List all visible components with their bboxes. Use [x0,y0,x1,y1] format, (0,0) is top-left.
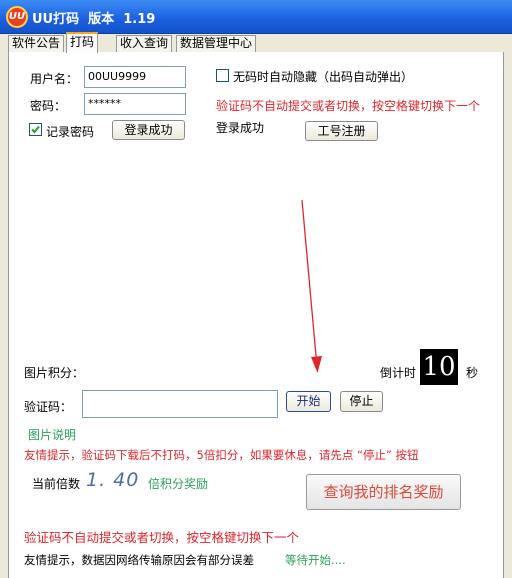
username-label: 用户名： [30,72,79,86]
stop-button[interactable]: 停止 [340,391,383,412]
start-button[interactable]: 开始 [286,391,331,412]
captcha-code-label: 验证码： [24,400,73,414]
window-frame-left [0,52,8,578]
remember-password-checkbox[interactable] [29,123,42,136]
tab-captcha[interactable]: 打码 [66,32,99,53]
tab-announcement[interactable]: 软件公告 [8,35,65,52]
captcha-code-input[interactable] [82,390,278,418]
network-tip-text: 友情提示，数据因网络传输原因会有部分误差 [24,553,254,567]
auto-hide-label: 无码时自动隐藏（出码自动弹出） [233,70,414,84]
login-button[interactable]: 登录成功 [112,120,185,140]
username-input[interactable]: 00UU9999 [84,66,186,88]
window-frame-right [504,52,512,578]
image-score-label: 图片积分： [24,366,85,380]
remember-password-label: 记录密码 [46,125,95,139]
countdown-label: 倒计时 [380,366,417,380]
window-title: UU打码 版本 1.19 [32,12,156,27]
password-input[interactable]: ****** [84,93,186,115]
query-rank-button[interactable]: 查询我的排名奖励 [306,474,461,510]
register-button[interactable]: 工号注册 [305,121,378,141]
password-label: 密码： [30,99,67,113]
seconds-label: 秒 [466,366,479,380]
multiplier-value: 1. 40 [86,469,140,491]
checkmark-icon [31,125,40,134]
multiplier-label: 当前倍数 [32,477,81,491]
friendly-tip-text: 友情提示，验证码下载后不打码，5倍扣分，如果要休息，请先点 “停止” 按钮 [24,448,419,462]
hint-space-switch-bottom: 验证码不自动提交或者切换，按空格键切换下一个 [24,530,300,545]
app-logo-icon: UU [6,6,28,28]
red-arrow-annotation [301,199,322,373]
tab-data-center[interactable]: 数据管理中心 [176,35,257,52]
image-help-link[interactable]: 图片说明 [28,426,76,443]
tab-income[interactable]: 收入查询 [116,35,173,52]
status-waiting-text: 等待开始.... [285,553,346,567]
login-status-text: 登录成功 [216,121,265,135]
countdown-display: 10 [420,349,458,385]
hint-space-switch-top: 验证码不自动提交或者切换，按空格键切换下一个 [216,99,481,113]
title-bar[interactable]: UU UU打码 版本 1.19 [0,0,512,34]
multiplier-suffix: 倍积分奖励 [148,477,209,491]
auto-hide-checkbox[interactable] [216,69,229,82]
